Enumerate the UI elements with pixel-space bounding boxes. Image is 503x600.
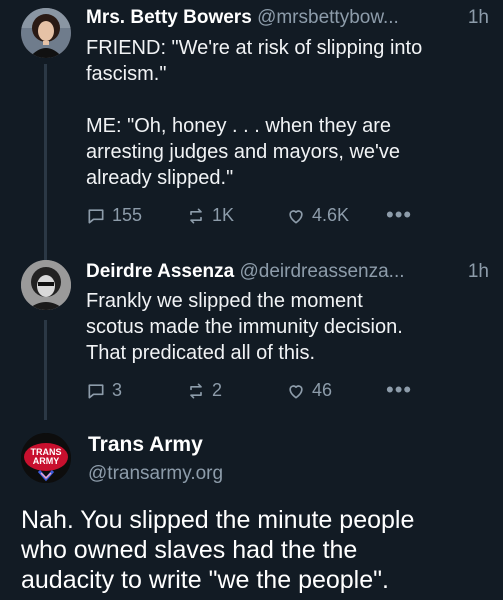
post-time: 1h	[467, 261, 489, 282]
like-count: 4.6K	[312, 205, 350, 225]
author-handle[interactable]: @transarmy.org	[88, 463, 223, 485]
repost-icon	[190, 208, 202, 223]
heart-icon	[289, 209, 303, 223]
author-name[interactable]: Mrs. Betty Bowers	[86, 7, 252, 28]
like-count: 46	[312, 380, 333, 400]
post-deirdre-assenza[interactable]: Deirdre Assenza @deirdreassenza... 1h Fr…	[0, 250, 503, 430]
avatar-image	[21, 8, 71, 58]
repost-button[interactable]: 2	[186, 380, 222, 401]
post-actions: 155 1K 4.6K •••	[86, 204, 416, 231]
post-header: Mrs. Betty Bowers @mrsbettybow...	[86, 6, 489, 30]
post-betty-bowers[interactable]: Mrs. Betty Bowers @mrsbettybow... 1h FRI…	[0, 0, 503, 250]
more-icon[interactable]: •••	[386, 379, 412, 401]
repost-button[interactable]: 1K	[186, 205, 234, 226]
avatar[interactable]	[21, 260, 71, 310]
author-name[interactable]: Deirdre Assenza	[86, 261, 234, 282]
post-actions: 3 2 46 •••	[86, 379, 416, 406]
reply-count: 155	[112, 205, 143, 225]
post-header: Deirdre Assenza @deirdreassenza...	[86, 260, 489, 284]
reply-button[interactable]: 155	[86, 205, 142, 226]
reply-count: 3	[112, 380, 123, 400]
more-icon[interactable]: •••	[386, 204, 412, 226]
svg-text:ARMY: ARMY	[33, 456, 60, 466]
post-time: 1h	[467, 7, 489, 28]
thread-view: Mrs. Betty Bowers @mrsbettybow... 1h FRI…	[0, 0, 503, 600]
like-button[interactable]: 46	[286, 380, 332, 401]
trans-army-logo: TRANS ARMY	[21, 433, 71, 483]
author-handle[interactable]: @mrsbettybow...	[257, 7, 399, 28]
repost-count: 1K	[212, 205, 235, 225]
speech-bubble-icon	[88, 383, 104, 398]
heart-icon	[289, 384, 303, 398]
post-text: Frankly we slipped the moment scotus mad…	[86, 290, 403, 364]
post-trans-army[interactable]: TRANS ARMY Trans Army @transarmy.org Nah…	[0, 425, 503, 600]
post-text: FRIEND: "We're at risk of slipping into …	[86, 37, 423, 189]
author-name[interactable]: Trans Army	[88, 433, 203, 457]
like-button[interactable]: 4.6K	[286, 205, 349, 226]
repost-count: 2	[212, 380, 223, 400]
avatar[interactable]	[21, 8, 71, 58]
post-text: Nah. You slipped the minute people who o…	[21, 506, 415, 594]
repost-icon	[190, 383, 202, 398]
avatar[interactable]: TRANS ARMY	[21, 433, 71, 483]
avatar-image	[21, 260, 71, 310]
reply-button[interactable]: 3	[86, 380, 122, 401]
speech-bubble-icon	[88, 208, 104, 223]
author-handle[interactable]: @deirdreassenza...	[239, 261, 404, 282]
